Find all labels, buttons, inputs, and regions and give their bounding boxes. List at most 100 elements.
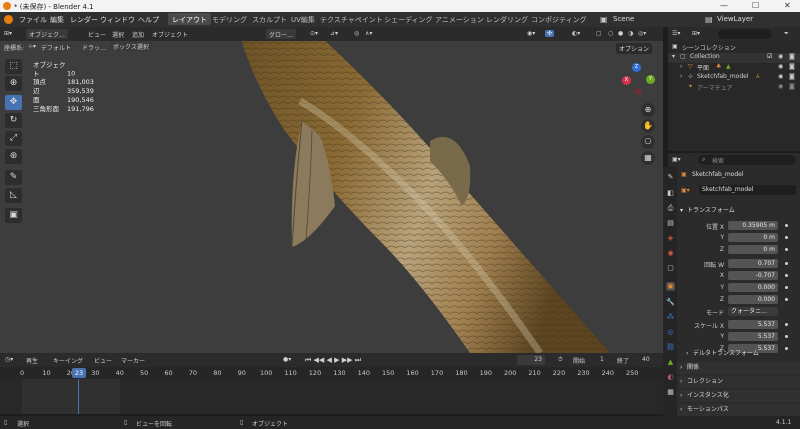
modifier-tab-icon[interactable]: 🔧 bbox=[666, 298, 675, 307]
outliner-row-scene[interactable]: ▣ シーンコレクション bbox=[668, 43, 800, 53]
end-frame-field[interactable]: 40 bbox=[642, 356, 650, 363]
particles-tab-icon[interactable]: ⁂ bbox=[666, 313, 675, 322]
close-button[interactable]: ✕ bbox=[784, 1, 791, 10]
navigation-gizmo[interactable]: Z X Y bbox=[622, 63, 658, 99]
eye-icon[interactable]: ◉ bbox=[778, 73, 783, 80]
relations-panel-header[interactable]: › 関係 bbox=[677, 362, 800, 374]
editor-type-icon[interactable]: ⊞▾ bbox=[4, 30, 12, 37]
select-mode-dropdown[interactable]: ボックス選択 bbox=[110, 41, 152, 51]
orientation-dropdown[interactable]: グロー… bbox=[266, 29, 297, 39]
outliner-editor-icon[interactable]: ☰▾ bbox=[672, 30, 680, 37]
keyframe-dot-icon[interactable] bbox=[785, 286, 788, 289]
menu-object[interactable]: オブジェクト bbox=[152, 30, 188, 39]
keyframe-dot-icon[interactable] bbox=[785, 274, 788, 277]
outliner-row-plane[interactable]: › ▽ 平面 ♣ ▲ ◉ ◙ bbox=[668, 63, 800, 73]
data-block-icon[interactable]: ▣▾ bbox=[681, 187, 690, 194]
keyframe-dot-icon[interactable] bbox=[785, 323, 788, 326]
zoom-icon[interactable]: ⊕ bbox=[641, 103, 655, 117]
scale-tool-icon[interactable]: ⤢ bbox=[5, 131, 22, 146]
delta-transform-header[interactable]: › デルタトランスフォーム bbox=[683, 348, 800, 360]
collection-tab-icon[interactable]: ▢ bbox=[666, 264, 675, 273]
cursor-tool-icon[interactable]: ⊕ bbox=[5, 76, 22, 91]
tab-shading[interactable]: シェーディング bbox=[380, 13, 437, 25]
menu-help[interactable]: ヘルプ bbox=[138, 15, 159, 25]
move-tool-icon[interactable]: ✥ bbox=[5, 95, 22, 110]
record-icon[interactable]: ●▾ bbox=[283, 356, 291, 363]
menu-window[interactable]: ウィンドウ bbox=[100, 15, 135, 25]
gizmo-y-axis[interactable]: Y bbox=[646, 75, 655, 84]
playback-controls[interactable]: ⏮ ◀◀ ◀ ▶ ▶▶ ⏭ bbox=[305, 356, 361, 365]
rotation-z-field[interactable]: 0.000 bbox=[728, 295, 778, 304]
xray-icon[interactable]: ▢ bbox=[596, 30, 602, 37]
view-layer-tab-icon[interactable]: ▤ bbox=[666, 219, 675, 228]
menu-edit[interactable]: 編集 bbox=[50, 15, 64, 25]
add-cube-tool-icon[interactable]: ▣ bbox=[5, 208, 22, 223]
expand-chevron-icon[interactable]: › bbox=[680, 63, 682, 70]
rotation-y-field[interactable]: 0.000 bbox=[728, 283, 778, 292]
constraints-tab-icon[interactable]: ⛓ bbox=[666, 343, 675, 352]
maximize-button[interactable]: ☐ bbox=[752, 1, 759, 10]
mode-dropdown[interactable]: オブジェク… bbox=[26, 29, 69, 39]
eye-icon[interactable]: ◉ bbox=[778, 83, 783, 90]
outliner-search-input[interactable] bbox=[718, 29, 772, 39]
expand-chevron-icon[interactable]: ▾ bbox=[672, 53, 675, 60]
overlay-icon[interactable]: ◐▾ bbox=[572, 30, 580, 37]
timeline-tracks[interactable] bbox=[0, 379, 663, 414]
rotate-tool-icon[interactable]: ↻ bbox=[5, 113, 22, 128]
data-tab-icon[interactable]: ▲ bbox=[666, 358, 675, 367]
eye-icon[interactable]: ◉ bbox=[778, 63, 783, 70]
camera-icon[interactable]: ◙ bbox=[789, 73, 795, 80]
timeline-view-menu[interactable]: ビュー bbox=[94, 356, 112, 365]
tab-texture-paint[interactable]: テクスチャペイント bbox=[316, 13, 387, 25]
gizmo-neg-axis[interactable] bbox=[635, 88, 642, 95]
transform-panel-header[interactable]: ▾ トランスフォーム bbox=[677, 205, 800, 217]
rotation-w-field[interactable]: 0.707 bbox=[728, 259, 778, 268]
menu-render[interactable]: レンダー bbox=[70, 15, 98, 25]
camera-icon[interactable]: ◙ bbox=[789, 53, 795, 60]
menu-select[interactable]: 選択 bbox=[112, 30, 124, 39]
tab-modeling[interactable]: モデリング bbox=[208, 13, 251, 25]
tab-uv-edit[interactable]: UV編集 bbox=[287, 13, 319, 25]
playback-menu[interactable]: 再生 bbox=[26, 356, 38, 365]
keying-menu[interactable]: キーイング bbox=[53, 356, 83, 365]
tab-sculpt[interactable]: スカルプト bbox=[248, 13, 291, 25]
annotate-tool-icon[interactable]: ✎ bbox=[5, 170, 22, 185]
world-tab-icon[interactable]: ◉ bbox=[666, 249, 675, 258]
scale-x-field[interactable]: 5.537 bbox=[728, 320, 778, 329]
rotation-mode-dropdown[interactable]: クォータニ… bbox=[728, 307, 778, 316]
keyframe-dot-icon[interactable] bbox=[785, 262, 788, 265]
object-tab-icon[interactable]: ▣ bbox=[666, 282, 675, 291]
measure-tool-icon[interactable]: ◺ bbox=[5, 188, 22, 203]
gizmo-z-axis[interactable]: Z bbox=[632, 63, 641, 72]
tab-animation[interactable]: アニメーション bbox=[431, 13, 488, 25]
physics-tab-icon[interactable]: ◎ bbox=[666, 328, 675, 337]
collections-panel-header[interactable]: › コレクション bbox=[677, 376, 800, 388]
location-x-field[interactable]: 0.35905 m bbox=[728, 221, 778, 230]
keyframe-dot-icon[interactable] bbox=[785, 224, 788, 227]
marker-menu[interactable]: マーカー bbox=[121, 356, 145, 365]
instancing-panel-header[interactable]: › インスタンス化 bbox=[677, 390, 800, 402]
outliner-row-armature[interactable]: ✦ アーマチュア ◉ ◙ bbox=[668, 83, 800, 93]
location-z-field[interactable]: 0 m bbox=[728, 245, 778, 254]
keyframe-dot-icon[interactable] bbox=[785, 298, 788, 301]
outliner-row-collection[interactable]: ▾ ▢ Collection ☑ ◉ ◙ bbox=[668, 53, 800, 63]
transform-orientation-icon[interactable]: ⊹▾ bbox=[28, 43, 36, 50]
transform-tool-icon[interactable]: ⊛ bbox=[5, 149, 22, 164]
expand-chevron-icon[interactable]: › bbox=[680, 73, 682, 80]
shading-wire-icon[interactable]: ○ bbox=[608, 30, 613, 37]
checkbox-icon[interactable]: ☑ bbox=[767, 53, 772, 60]
current-frame-field[interactable]: 23 bbox=[517, 355, 545, 365]
timeline-ruler[interactable]: 0 10 20 30 40 50 60 70 80 90 100 110 120 130 140 150 160… bbox=[0, 367, 663, 379]
properties-search-input[interactable]: ⌕ 検索 bbox=[698, 155, 796, 165]
coord-system-dropdown[interactable]: デフォルト bbox=[41, 43, 71, 52]
menu-view[interactable]: ビュー bbox=[88, 30, 106, 39]
keyframe-dot-icon[interactable] bbox=[785, 236, 788, 239]
3d-viewport[interactable]: Z X Y ⊕ ✋ ⎔ ▦ bbox=[0, 41, 663, 353]
tab-layout[interactable]: レイアウト bbox=[168, 13, 211, 25]
properties-editor-icon[interactable]: ▣▾ bbox=[672, 156, 681, 163]
snap-icon[interactable]: ⊿▾ bbox=[330, 30, 338, 37]
tool-tab-icon[interactable]: ✎ bbox=[666, 173, 675, 182]
playhead-line[interactable] bbox=[78, 379, 79, 414]
object-name-field[interactable]: Sketchfab_model bbox=[699, 185, 796, 195]
scale-y-field[interactable]: 5.537 bbox=[728, 332, 778, 341]
